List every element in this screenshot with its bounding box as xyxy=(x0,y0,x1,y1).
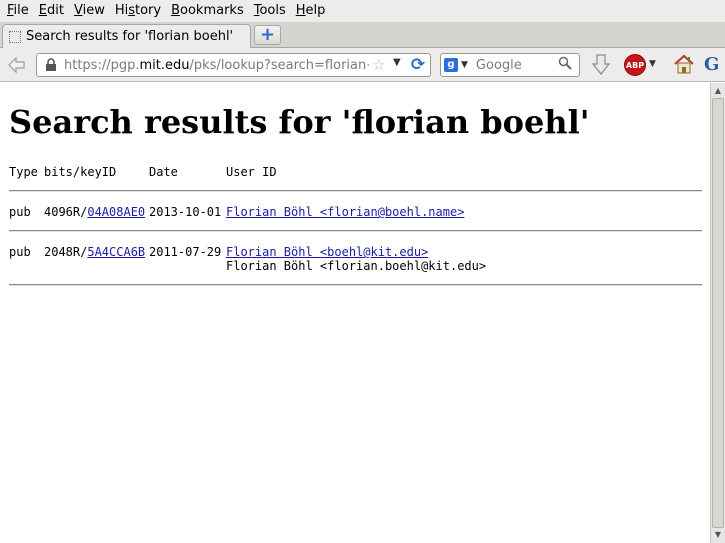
result-bits: 2048R/ xyxy=(44,245,88,259)
keyid-link[interactable]: 5A4CCA6B xyxy=(87,245,145,259)
result-bits: 4096R/ xyxy=(44,205,88,219)
table-row: 4096R/04A08AE0 xyxy=(44,205,145,219)
menu-edit[interactable]: Edit xyxy=(34,0,69,22)
menu-bookmarks[interactable]: Bookmarks xyxy=(166,0,249,22)
scroll-down-icon[interactable]: ▼ xyxy=(711,528,725,542)
vertical-scrollbar[interactable]: ▲ ▼ xyxy=(710,83,725,543)
header-user-id: User ID xyxy=(226,165,277,179)
result-type: pub xyxy=(9,245,31,259)
menu-bar: File Edit View History Bookmarks Tools H… xyxy=(0,0,725,22)
result-date: 2011-07-29 xyxy=(149,245,222,259)
search-icon[interactable] xyxy=(558,56,572,74)
url-bar[interactable]: https://pgp.mit.edu/pks/lookup?search=fl… xyxy=(36,53,431,77)
scroll-thumb[interactable] xyxy=(712,98,724,528)
menu-help-accel: H xyxy=(295,3,306,18)
menu-tools[interactable]: Tools xyxy=(249,0,291,22)
scroll-up-icon[interactable]: ▲ xyxy=(711,84,725,98)
url-text[interactable]: https://pgp.mit.edu/pks/lookup?search=fl… xyxy=(64,58,369,73)
menu-file[interactable]: File xyxy=(2,0,34,22)
search-bar[interactable]: g ▼ Google xyxy=(440,53,580,77)
url-host: mit.edu xyxy=(139,57,190,73)
back-arrow-icon xyxy=(8,56,25,74)
menu-view[interactable]: View xyxy=(69,0,110,22)
new-tab-button[interactable]: + xyxy=(254,25,281,45)
header-date: Date xyxy=(149,165,178,179)
tab-search-results[interactable]: Search results for 'florian boehl' xyxy=(2,24,251,48)
menu-tools-label: ools xyxy=(259,3,286,18)
url-prefix: https://pgp. xyxy=(64,57,140,73)
user-id-link[interactable]: Florian Böhl <florian@boehl.name> xyxy=(226,205,464,219)
home-icon[interactable] xyxy=(673,53,695,75)
adblock-plus-icon[interactable]: ABP xyxy=(624,54,646,76)
page-content: Search results for 'florian boehl' Type … xyxy=(0,83,710,543)
user-id-link[interactable]: Florian Böhl <boehl@kit.edu> xyxy=(226,245,428,259)
menu-bookmarks-label: ookmarks xyxy=(180,3,244,18)
menu-history-pre: Hi xyxy=(114,3,129,18)
menu-edit-label: dit xyxy=(47,3,64,18)
menu-view-accel: V xyxy=(73,3,83,18)
menu-edit-accel: E xyxy=(38,3,47,18)
divider xyxy=(9,190,702,192)
adblock-dropdown-icon[interactable]: ▼ xyxy=(649,59,656,69)
download-icon[interactable] xyxy=(590,53,612,77)
result-uid: Florian Böhl <boehl@kit.edu> xyxy=(226,245,428,259)
menu-history-accel: s xyxy=(128,3,135,18)
header-type: Type xyxy=(9,165,38,179)
plus-icon: + xyxy=(259,24,276,45)
back-button[interactable] xyxy=(4,54,30,76)
menu-history-label: tory xyxy=(135,3,162,18)
gmail-icon[interactable]: G xyxy=(704,54,719,75)
search-input[interactable]: Google xyxy=(476,58,558,73)
engine-dropdown-icon[interactable]: ▼ xyxy=(461,60,468,70)
menu-history[interactable]: History xyxy=(110,0,166,22)
menu-bookmarks-accel: B xyxy=(171,3,181,18)
url-path: /pks/lookup?search=florian+ xyxy=(189,57,370,73)
table-row: 2048R/5A4CCA6B xyxy=(44,245,145,259)
results-header: Type xyxy=(9,165,38,179)
menu-file-label: ile xyxy=(13,3,29,18)
tab-title: Search results for 'florian boehl' xyxy=(26,29,234,44)
tab-bar: Search results for 'florian boehl' + xyxy=(0,22,725,48)
history-dropdown-icon[interactable]: ▼ xyxy=(393,57,401,68)
reload-icon[interactable]: ⟳ xyxy=(408,56,428,74)
bookmark-star-icon[interactable]: ☆ xyxy=(372,56,385,74)
google-engine-icon[interactable]: g xyxy=(444,58,458,72)
page-icon xyxy=(9,30,21,43)
menu-help[interactable]: Help xyxy=(291,0,331,22)
result-extra-uid: Florian Böhl <florian.boehl@kit.edu> xyxy=(226,259,487,273)
page-title: Search results for 'florian boehl' xyxy=(9,103,590,141)
divider xyxy=(9,230,702,232)
navigation-toolbar: https://pgp.mit.edu/pks/lookup?search=fl… xyxy=(0,48,725,82)
lock-icon[interactable] xyxy=(43,57,59,73)
divider xyxy=(9,284,702,286)
keyid-link[interactable]: 04A08AE0 xyxy=(87,205,145,219)
result-uid: Florian Böhl <florian@boehl.name> xyxy=(226,205,464,219)
menu-help-label: elp xyxy=(305,3,326,18)
menu-view-label: iew xyxy=(82,3,105,18)
header-bits: bits/keyID xyxy=(44,165,117,179)
result-date: 2013-10-01 xyxy=(149,205,222,219)
result-type: pub xyxy=(9,205,31,219)
